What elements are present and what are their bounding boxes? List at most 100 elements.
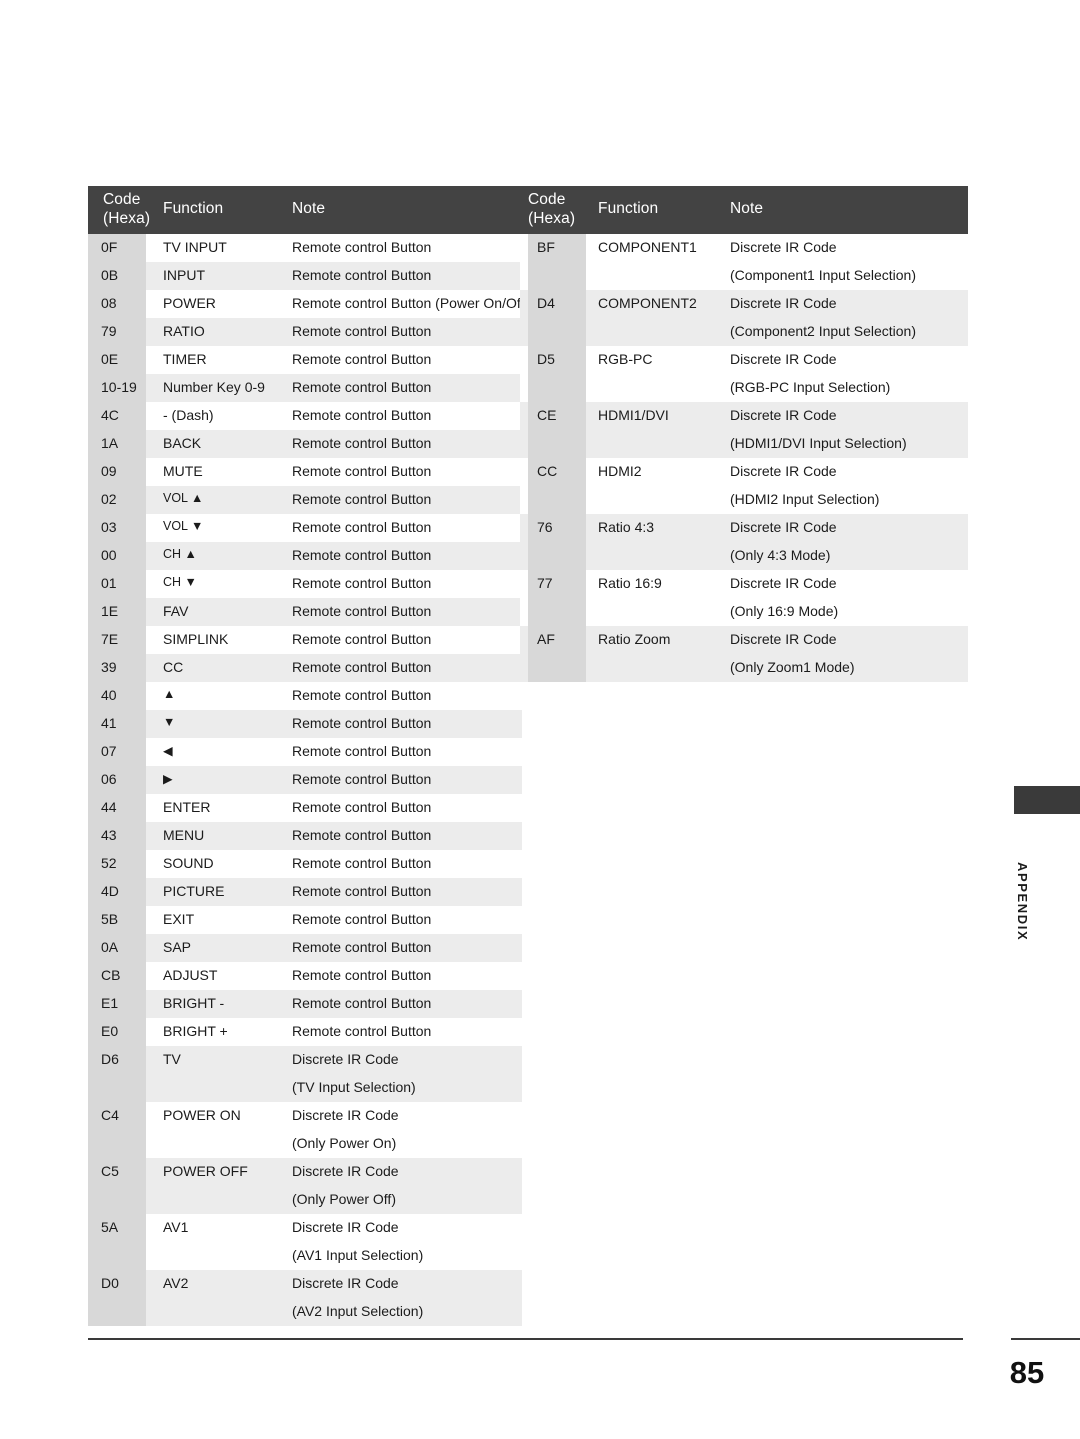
cell-function: EXIT	[163, 911, 195, 927]
cell-note: Remote control Button	[292, 435, 432, 451]
code-value: 5B	[101, 911, 119, 927]
cell-note-secondary: (Only Power On)	[292, 1135, 397, 1151]
cell-code: 02	[88, 486, 146, 514]
cell-code: C5	[88, 1158, 146, 1214]
header-function-right: Function	[598, 200, 659, 217]
cell-note: Discrete IR Code	[730, 239, 837, 255]
cell-note: Discrete IR Code	[292, 1275, 399, 1291]
table-row: 01 CH ▼ Remote control Button	[88, 570, 522, 598]
cell-note-secondary: (AV2 Input Selection)	[292, 1303, 424, 1319]
cell-note: Discrete IR Code	[730, 295, 837, 311]
table-row: D6 TV Discrete IR Code (TV Input Selection)	[88, 1046, 522, 1102]
cell-note: Remote control Button	[292, 1023, 432, 1039]
code-value: D0	[101, 1275, 119, 1291]
cell-note: Remote control Button	[292, 799, 432, 815]
cell-function: ENTER	[163, 799, 211, 815]
header-code-right: Code (Hexa)	[528, 191, 576, 227]
cell-note: Remote control Button	[292, 687, 432, 703]
cell-note-secondary: (Component2 Input Selection)	[730, 323, 916, 339]
table-row: 77 Ratio 16:9 Discrete IR Code (Only 16:9 M…	[520, 570, 968, 626]
code-value: 0E	[101, 351, 119, 367]
cell-function: INPUT	[163, 267, 205, 283]
table-row: 0E TIMER Remote control Button	[88, 346, 522, 374]
cell-function: MENU	[163, 827, 205, 843]
cell-note-secondary: (TV Input Selection)	[292, 1079, 416, 1095]
cell-note: Remote control Button	[292, 239, 432, 255]
cell-note: Remote control Button	[292, 351, 432, 367]
ir-code-table-right: BF COMPONENT1 Discrete IR Code (Component1 …	[520, 234, 968, 682]
code-value: E1	[101, 995, 119, 1011]
cell-note: Remote control Button	[292, 267, 432, 283]
table-row: 76 Ratio 4:3 Discrete IR Code (Only 4:3 Mod…	[520, 514, 968, 570]
cell-code: 07	[88, 738, 146, 766]
cell-code: 0B	[88, 262, 146, 290]
cell-function: CC	[163, 659, 184, 675]
cell-code: 00	[88, 542, 146, 570]
cell-note: Discrete IR Code	[292, 1051, 399, 1067]
cell-function: VOL ▲	[163, 491, 204, 505]
table-row: 1A BACK Remote control Button	[88, 430, 522, 458]
table-row: 5A AV1 Discrete IR Code (AV1 Input Selectio…	[88, 1214, 522, 1270]
cell-code: 1A	[88, 430, 146, 458]
cell-note: Remote control Button	[292, 631, 432, 647]
code-value: BF	[537, 239, 555, 255]
table-row: 08 POWER Remote control Button (Power On/O…	[88, 290, 529, 318]
cell-note: Remote control Button	[292, 603, 432, 619]
table-row: 5B EXIT Remote control Button	[88, 906, 522, 934]
table-row: 03 VOL ▼ Remote control Button	[88, 514, 522, 542]
code-value: D5	[537, 351, 555, 367]
code-value: 40	[101, 687, 117, 703]
cell-function: CH ▼	[163, 575, 197, 589]
cell-code: 0F	[88, 234, 146, 262]
cell-note: Remote control Button	[292, 659, 432, 675]
table-row: C4 POWER ON Discrete IR Code (Only Power On…	[88, 1102, 522, 1158]
cell-function: PICTURE	[163, 883, 225, 899]
cell-note: Remote control Button	[292, 939, 432, 955]
table-row: CE HDMI1/DVI Discrete IR Code (HDMI1/DVI In…	[520, 402, 968, 458]
cell-code: CE	[528, 402, 586, 458]
ir-code-table-left: 0F TV INPUT Remote control Button 0B INPUT Re…	[88, 234, 529, 1326]
appendix-tab-marker	[1014, 786, 1080, 814]
code-value: 07	[101, 743, 117, 759]
cell-code: CB	[88, 962, 146, 990]
cell-code: 06	[88, 766, 146, 794]
cell-function: RATIO	[163, 323, 205, 339]
cell-note-secondary: (Only Power Off)	[292, 1191, 396, 1207]
table-row: CB ADJUST Remote control Button	[88, 962, 522, 990]
code-value: 1A	[101, 435, 119, 451]
code-value: 7E	[101, 631, 119, 647]
cell-note: Remote control Button	[292, 463, 432, 479]
cell-code: D4	[528, 290, 586, 346]
cell-function: SAP	[163, 939, 192, 955]
table-header-bar: Code (Hexa) Function Note Code (Hexa) Fu…	[88, 186, 968, 234]
cell-function: Number Key 0-9	[163, 379, 265, 395]
table-row: E0 BRIGHT + Remote control Button	[88, 1018, 522, 1046]
table-row: 02 VOL ▲ Remote control Button	[88, 486, 522, 514]
cell-function: ADJUST	[163, 967, 218, 983]
code-value: 02	[101, 491, 117, 507]
cell-note: Remote control Button	[292, 911, 432, 927]
cell-function: ▼	[163, 715, 176, 729]
cell-code: 4D	[88, 878, 146, 906]
cell-function: COMPONENT2	[598, 295, 697, 311]
cell-code: 43	[88, 822, 146, 850]
code-value: 76	[537, 519, 553, 535]
cell-note: Remote control Button	[292, 827, 432, 843]
code-value: 41	[101, 715, 117, 731]
cell-function: ▲	[163, 687, 176, 701]
cell-code: 0A	[88, 934, 146, 962]
table-row: D0 AV2 Discrete IR Code (AV2 Input Selectio…	[88, 1270, 522, 1326]
cell-note: Discrete IR Code	[292, 1107, 399, 1123]
cell-function: TV INPUT	[163, 239, 227, 255]
code-value: C5	[101, 1163, 119, 1179]
cell-note: Remote control Button	[292, 883, 432, 899]
table-row: 0B INPUT Remote control Button	[88, 262, 522, 290]
cell-function: BRIGHT -	[163, 995, 225, 1011]
cell-code: 76	[528, 514, 586, 570]
cell-note: Remote control Button	[292, 519, 432, 535]
cell-code: 4C	[88, 402, 146, 430]
table-row: 52 SOUND Remote control Button	[88, 850, 522, 878]
cell-function: RGB-PC	[598, 351, 653, 367]
cell-function: SOUND	[163, 855, 214, 871]
cell-function: AV1	[163, 1219, 189, 1235]
